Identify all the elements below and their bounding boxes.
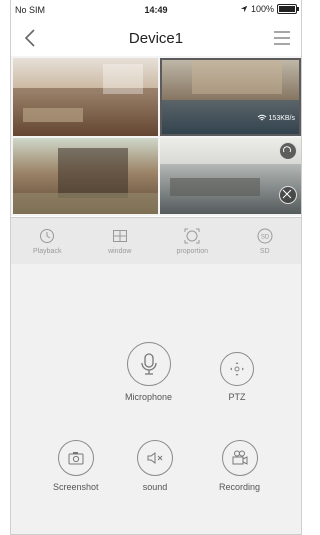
app-frame: No SIM 14:49 100% Device1 153KB/s Playba… bbox=[10, 0, 302, 535]
nav-bar: Device1 bbox=[11, 20, 301, 56]
status-bar: No SIM 14:49 100% bbox=[11, 0, 301, 20]
location-arrow-icon bbox=[240, 5, 248, 13]
control-panel: Microphone PTZ Screenshot sound Recordin… bbox=[11, 264, 301, 534]
playback-label: Playback bbox=[33, 248, 62, 255]
sd-button[interactable]: SD SD bbox=[229, 218, 302, 264]
history-icon bbox=[40, 229, 55, 243]
ptz-label: PTZ bbox=[228, 392, 246, 402]
fullscreen-icon[interactable] bbox=[279, 186, 297, 204]
svg-text:SD: SD bbox=[261, 235, 270, 241]
ptz-icon bbox=[230, 362, 244, 376]
video-grid: 153KB/s bbox=[11, 56, 301, 216]
sound-control[interactable]: sound bbox=[137, 440, 173, 492]
wifi-icon bbox=[257, 114, 266, 121]
window-button[interactable]: window bbox=[84, 218, 157, 264]
screenshot-control[interactable]: Screenshot bbox=[53, 440, 99, 492]
battery-percent: 100% bbox=[250, 4, 274, 14]
microphone-control[interactable]: Microphone bbox=[125, 342, 172, 402]
camera-view-3[interactable] bbox=[13, 138, 158, 214]
menu-icon[interactable] bbox=[271, 27, 293, 49]
ptz-control[interactable]: PTZ bbox=[220, 352, 254, 402]
microphone-label: Microphone bbox=[125, 392, 173, 402]
battery-icon bbox=[277, 4, 299, 14]
microphone-button[interactable] bbox=[126, 342, 171, 386]
speaker-muted-icon bbox=[147, 452, 163, 464]
camera-view-4[interactable] bbox=[160, 138, 301, 214]
sound-button[interactable] bbox=[137, 440, 173, 476]
video-camera-icon bbox=[232, 450, 248, 465]
camera-view-2[interactable]: 153KB/s bbox=[160, 58, 301, 136]
rotate-icon[interactable] bbox=[279, 142, 297, 160]
recording-control[interactable]: Recording bbox=[219, 440, 260, 492]
recording-label: Recording bbox=[219, 482, 261, 492]
proportion-icon bbox=[184, 228, 200, 244]
bitrate-indicator: 153KB/s bbox=[257, 114, 295, 122]
screenshot-button[interactable] bbox=[57, 440, 94, 476]
window-label: window bbox=[108, 248, 132, 255]
sd-label: SD bbox=[259, 248, 270, 255]
camera-icon bbox=[68, 452, 84, 465]
page-title: Device1 bbox=[128, 30, 184, 47]
grid-icon bbox=[112, 230, 127, 242]
recording-button[interactable] bbox=[221, 440, 258, 476]
status-right: 100% bbox=[240, 4, 299, 14]
microphone-icon bbox=[140, 353, 157, 375]
ptz-button[interactable] bbox=[220, 352, 254, 386]
playback-button[interactable]: Playback bbox=[11, 218, 84, 264]
sd-icon: SD bbox=[257, 228, 273, 244]
camera-view-1[interactable] bbox=[13, 58, 158, 136]
proportion-label: proportion bbox=[176, 248, 209, 255]
bitrate-text: 153KB/s bbox=[268, 114, 295, 122]
sound-label: sound bbox=[142, 482, 168, 492]
screenshot-label: Screenshot bbox=[53, 482, 99, 492]
video-toolbar: Playback window proportion SD SD bbox=[11, 217, 301, 265]
proportion-button[interactable]: proportion bbox=[156, 218, 229, 264]
